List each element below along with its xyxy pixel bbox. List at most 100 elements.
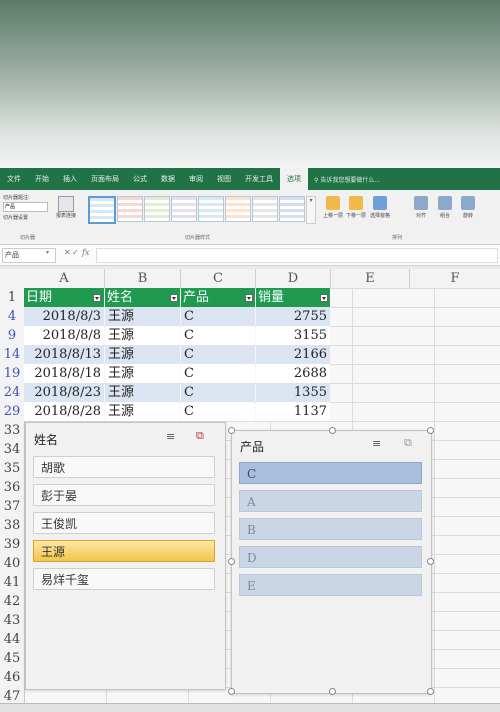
clear-filter-icon[interactable]: ⧉ (404, 436, 412, 450)
table-cell[interactable]: 3155 (256, 326, 330, 345)
slicer-style-6[interactable] (225, 196, 251, 222)
table-cell[interactable]: 王源 (105, 307, 180, 326)
row-header[interactable]: 38 (0, 516, 25, 536)
rotate-button[interactable]: 旋转 (457, 196, 479, 222)
row-header[interactable]: 4 (0, 307, 25, 327)
table-cell[interactable]: 王源 (105, 383, 180, 402)
styles-more-chevron-icon[interactable]: ▾ (306, 196, 316, 224)
table-cell[interactable]: 王源 (105, 345, 180, 364)
resize-handle[interactable] (329, 688, 336, 695)
slicer-style-5[interactable] (198, 196, 224, 222)
resize-handle[interactable] (228, 427, 235, 434)
filter-dropdown-icon[interactable] (93, 294, 101, 302)
table-header-product[interactable]: 产品 (181, 288, 255, 307)
table-cell[interactable]: 2755 (256, 307, 330, 326)
row-header[interactable]: 24 (0, 383, 25, 403)
table-cell[interactable]: 2018/8/23 (24, 383, 104, 402)
slicer-style-8[interactable] (279, 196, 305, 222)
row-header[interactable]: 44 (0, 630, 25, 650)
row-header[interactable]: 39 (0, 535, 25, 555)
table-cell[interactable]: 2018/8/8 (24, 326, 104, 345)
table-header-name[interactable]: 姓名 (105, 288, 180, 307)
slicer-name-item[interactable]: 易烊千玺 (33, 568, 215, 590)
table-cell[interactable]: C (181, 402, 255, 421)
table-cell[interactable]: 2166 (256, 345, 330, 364)
row-header[interactable]: 37 (0, 497, 25, 517)
resize-handle[interactable] (427, 688, 434, 695)
slicer-product-item[interactable]: E (239, 574, 422, 596)
group-button[interactable]: 组合 (434, 196, 456, 222)
slicer-caption-input[interactable]: 产品 (3, 202, 48, 212)
slicer-name-item[interactable]: 王俊凯 (33, 512, 215, 534)
column-header-a[interactable]: A (24, 269, 105, 289)
row-header[interactable]: 41 (0, 573, 25, 593)
table-cell[interactable]: 王源 (105, 326, 180, 345)
table-header-date[interactable]: 日期 (24, 288, 104, 307)
row-header[interactable]: 14 (0, 345, 25, 365)
column-header-d[interactable]: D (256, 269, 331, 289)
tab-developer[interactable]: 开发工具 (238, 168, 280, 190)
column-header-b[interactable]: B (105, 269, 181, 289)
align-button[interactable]: 对齐 (410, 196, 432, 222)
tab-data[interactable]: 数据 (154, 168, 182, 190)
table-cell[interactable]: 王源 (105, 364, 180, 383)
table-cell[interactable]: 2018/8/28 (24, 402, 104, 421)
table-cell[interactable]: C (181, 383, 255, 402)
filter-active-icon[interactable] (170, 294, 178, 302)
select-all-corner[interactable] (0, 269, 25, 289)
column-header-f[interactable]: F (410, 269, 500, 289)
slicer-name-item[interactable]: 王源 (33, 540, 215, 562)
table-cell[interactable]: C (181, 364, 255, 383)
row-header[interactable]: 46 (0, 668, 25, 688)
filter-active-icon[interactable] (245, 294, 253, 302)
row-header[interactable]: 34 (0, 440, 25, 460)
resize-handle[interactable] (228, 688, 235, 695)
row-header[interactable]: 40 (0, 554, 25, 574)
table-cell[interactable]: 2018/8/13 (24, 345, 104, 364)
column-header-e[interactable]: E (331, 269, 410, 289)
slicer-product-item[interactable]: B (239, 518, 422, 540)
table-cell[interactable]: 1137 (256, 402, 330, 421)
column-header-c[interactable]: C (181, 269, 256, 289)
table-cell[interactable]: 2018/8/18 (24, 364, 104, 383)
slicer-product-item[interactable]: A (239, 490, 422, 512)
row-header[interactable]: 45 (0, 649, 25, 669)
send-backward-button[interactable]: 下移一层 (345, 196, 367, 222)
row-header[interactable]: 33 (0, 421, 25, 441)
tab-formulas[interactable]: 公式 (126, 168, 154, 190)
resize-handle[interactable] (228, 558, 235, 565)
slicer-style-7[interactable] (252, 196, 278, 222)
row-header[interactable]: 29 (0, 402, 25, 422)
multi-select-icon[interactable]: ≡ (372, 437, 381, 450)
tab-options[interactable]: 选项 (280, 168, 308, 190)
slicer-style-4[interactable] (171, 196, 197, 222)
formula-input[interactable] (96, 248, 498, 263)
tab-page-layout[interactable]: 页面布局 (84, 168, 126, 190)
row-header[interactable]: 35 (0, 459, 25, 479)
resize-handle[interactable] (427, 558, 434, 565)
tab-home[interactable]: 开始 (28, 168, 56, 190)
slicer-settings-button[interactable]: 切片器设置 (3, 214, 28, 221)
multi-select-icon[interactable]: ≡ (166, 430, 175, 443)
row-header[interactable]: 43 (0, 611, 25, 631)
name-box-dropdown-icon[interactable]: ▾ (46, 249, 49, 256)
table-cell[interactable]: 1355 (256, 383, 330, 402)
slicer-name-item[interactable]: 胡歌 (33, 456, 215, 478)
row-header[interactable]: 9 (0, 326, 25, 346)
row-header[interactable]: 1 (0, 288, 25, 308)
slicer-product[interactable]: 产品 ≡ ⧉ CABDE (231, 430, 432, 694)
slicer-name[interactable]: 姓名 ≡ ⧉ 胡歌 彭于晏 王俊凯 王源 易烊千玺 (25, 422, 226, 690)
resize-handle[interactable] (427, 427, 434, 434)
tell-me-search[interactable]: ⚲ 告诉我您想要做什么... (314, 175, 380, 184)
row-header[interactable]: 42 (0, 592, 25, 612)
table-cell[interactable]: 王源 (105, 402, 180, 421)
table-cell[interactable]: 2688 (256, 364, 330, 383)
slicer-style-2[interactable] (117, 196, 143, 222)
table-cell[interactable]: 2018/8/3 (24, 307, 104, 326)
slicer-style-3[interactable] (144, 196, 170, 222)
clear-filter-icon[interactable]: ⧉ (196, 429, 204, 443)
bring-forward-button[interactable]: 上移一层 (322, 196, 344, 222)
table-header-sales[interactable]: 销量 (256, 288, 330, 307)
filter-dropdown-icon[interactable] (320, 294, 328, 302)
selection-pane-button[interactable]: 选择窗格 (369, 196, 391, 222)
